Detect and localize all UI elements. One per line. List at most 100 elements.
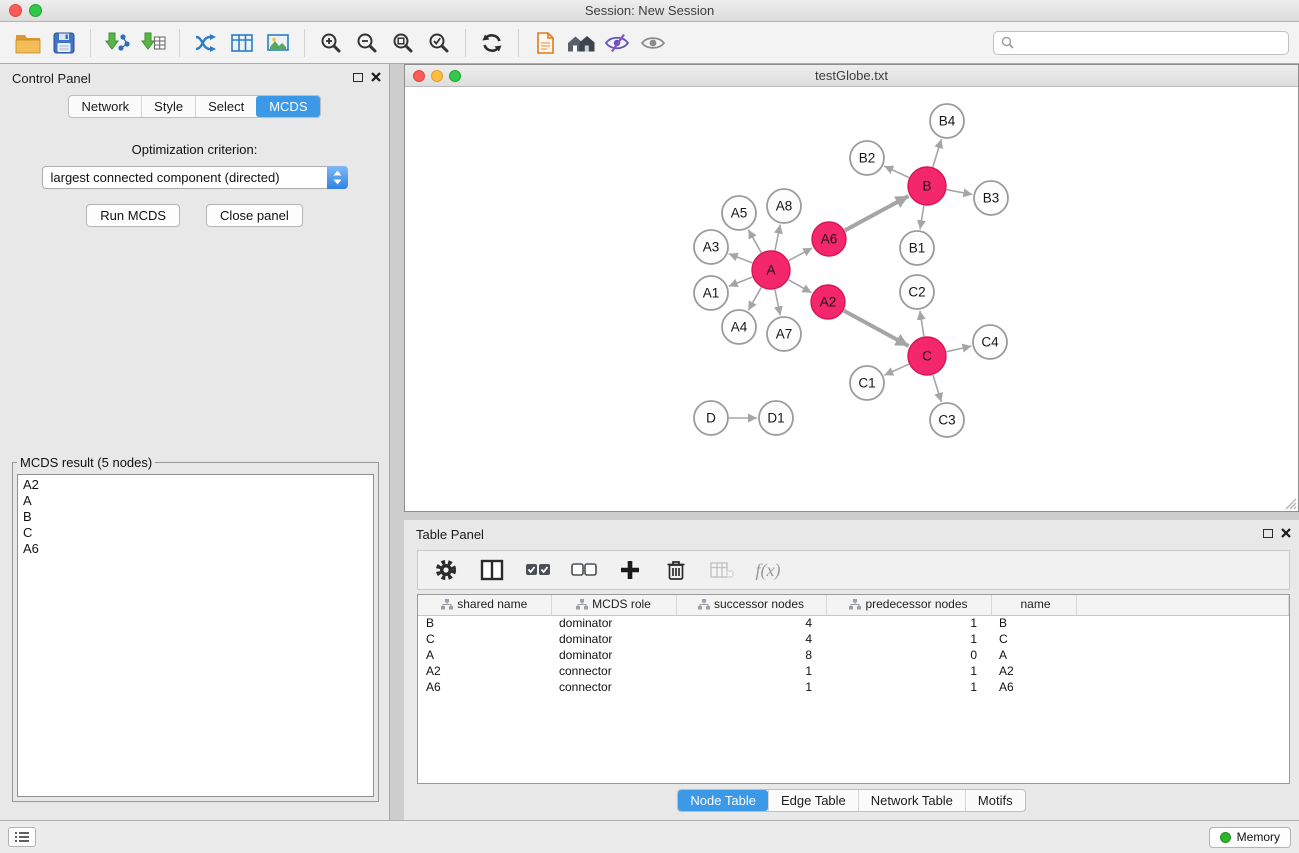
zoom-window-button[interactable] <box>29 4 42 17</box>
table-row[interactable]: Cdominator41C <box>418 631 1289 647</box>
table-row[interactable]: A6connector11A6 <box>418 679 1289 695</box>
column-header-predecessor-nodes[interactable]: predecessor nodes <box>826 595 991 615</box>
table-row[interactable]: Bdominator41B <box>418 615 1289 631</box>
graph-node-C3[interactable]: C3 <box>930 403 964 437</box>
delete-table-button[interactable] <box>704 553 740 587</box>
graph-edge-B-B3[interactable] <box>947 190 973 195</box>
task-history-button[interactable] <box>8 827 36 847</box>
tab-edge-table[interactable]: Edge Table <box>768 790 858 811</box>
table-cell[interactable]: A2 <box>418 663 551 679</box>
graph-edge-B-B4[interactable] <box>933 139 942 167</box>
graph-node-B[interactable]: B <box>908 167 946 205</box>
save-session-button[interactable] <box>46 26 82 60</box>
table-cell[interactable]: C <box>418 631 551 647</box>
deselect-all-button[interactable] <box>566 553 602 587</box>
graph-node-A5[interactable]: A5 <box>722 196 756 230</box>
run-mcds-button[interactable]: Run MCDS <box>86 204 180 227</box>
column-header-mcds-role[interactable]: MCDS role <box>551 595 676 615</box>
apply-layout-button[interactable] <box>474 26 510 60</box>
graph-edge-C-C1[interactable] <box>884 364 908 375</box>
graph-edge-C-C4[interactable] <box>947 346 972 352</box>
tab-node-table[interactable]: Node Table <box>678 790 768 811</box>
table-cell[interactable]: A2 <box>991 663 1076 679</box>
table-cell[interactable]: dominator <box>551 631 676 647</box>
graph-node-B4[interactable]: B4 <box>930 104 964 138</box>
graph-node-A8[interactable]: A8 <box>767 189 801 223</box>
graph-edge-A-A4[interactable] <box>748 287 761 310</box>
table-cell[interactable]: C <box>991 631 1076 647</box>
graph-edge-C-C3[interactable] <box>933 375 941 402</box>
table-cell[interactable]: 1 <box>676 679 826 695</box>
network-window-titlebar[interactable]: testGlobe.txt <box>405 65 1298 87</box>
table-cell[interactable]: 1 <box>826 631 991 647</box>
tab-mcds[interactable]: MCDS <box>256 96 319 117</box>
network-canvas[interactable]: B4B2BB3A8A5A6A3B1AC2A1A2A4A7C4CC1DD1C3 <box>405 87 1298 511</box>
dropdown-stepper-icon[interactable] <box>327 166 348 189</box>
table-cell[interactable]: dominator <box>551 615 676 631</box>
import-network-button[interactable] <box>99 26 135 60</box>
graph-edge-C-C2[interactable] <box>920 311 924 336</box>
select-all-button[interactable] <box>520 553 556 587</box>
resize-grip-icon[interactable] <box>1284 497 1297 510</box>
graph-node-A1[interactable]: A1 <box>694 276 728 310</box>
open-session-button[interactable] <box>10 26 46 60</box>
graph-node-A[interactable]: A <box>752 251 790 289</box>
zoom-selected-button[interactable] <box>421 26 457 60</box>
tab-network-table[interactable]: Network Table <box>858 790 965 811</box>
table-cell[interactable]: connector <box>551 679 676 695</box>
graph-node-C2[interactable]: C2 <box>900 275 934 309</box>
graph-node-B2[interactable]: B2 <box>850 141 884 175</box>
table-row[interactable]: A2connector11A2 <box>418 663 1289 679</box>
table-cell[interactable]: A6 <box>418 679 551 695</box>
graph-edge-A-A7[interactable] <box>775 290 780 316</box>
graph-node-B3[interactable]: B3 <box>974 181 1008 215</box>
add-column-button[interactable] <box>612 553 648 587</box>
graph-node-C4[interactable]: C4 <box>973 325 1007 359</box>
mcds-result-item[interactable]: B <box>23 509 373 525</box>
first-neighbors-button[interactable] <box>527 26 563 60</box>
table-cell[interactable]: 1 <box>826 679 991 695</box>
table-cell[interactable]: 8 <box>676 647 826 663</box>
table-cell[interactable]: 1 <box>826 663 991 679</box>
mcds-result-item[interactable]: C <box>23 525 373 541</box>
column-header-shared-name[interactable]: shared name <box>418 595 551 615</box>
column-visibility-button[interactable] <box>474 553 510 587</box>
search-box[interactable] <box>993 31 1289 55</box>
function-builder-button[interactable]: f(x) <box>750 553 786 587</box>
mcds-result-list[interactable]: A2ABCA6 <box>17 474 374 797</box>
table-row[interactable]: Adominator80A <box>418 647 1289 663</box>
table-cell[interactable]: B <box>418 615 551 631</box>
graph-edge-A-A2[interactable] <box>788 280 811 293</box>
new-table-button[interactable] <box>224 26 260 60</box>
graph-node-D[interactable]: D <box>694 401 728 435</box>
graph-edge-A-A8[interactable] <box>775 225 780 251</box>
graph-edge-A-A5[interactable] <box>748 230 761 253</box>
table-cell[interactable]: A <box>991 647 1076 663</box>
mcds-result-item[interactable]: A2 <box>23 477 373 493</box>
overview-button[interactable] <box>563 26 599 60</box>
graph-node-A6[interactable]: A6 <box>812 222 846 256</box>
graph-node-A4[interactable]: A4 <box>722 310 756 344</box>
memory-button[interactable]: Memory <box>1209 827 1291 848</box>
table-cell[interactable]: A6 <box>991 679 1076 695</box>
table-cell[interactable]: 4 <box>676 631 826 647</box>
import-table-button[interactable] <box>135 26 171 60</box>
network-graph[interactable]: B4B2BB3A8A5A6A3B1AC2A1A2A4A7C4CC1DD1C3 <box>405 87 1298 511</box>
graph-edge-A-A1[interactable] <box>729 277 753 286</box>
float-panel-icon[interactable] <box>353 73 363 82</box>
close-window-button[interactable] <box>9 4 22 17</box>
graph-node-B1[interactable]: B1 <box>900 231 934 265</box>
graph-node-C[interactable]: C <box>908 337 946 375</box>
table-cell[interactable]: 4 <box>676 615 826 631</box>
column-header-name[interactable]: name <box>991 595 1076 615</box>
zoom-fit-button[interactable] <box>385 26 421 60</box>
graph-edge-A-A6[interactable] <box>789 248 813 261</box>
export-image-button[interactable] <box>260 26 296 60</box>
graph-edge-A-A3[interactable] <box>729 254 753 263</box>
graph-edge-B-B2[interactable] <box>884 166 909 178</box>
close-panel-button[interactable]: Close panel <box>206 204 303 227</box>
network-close-button[interactable] <box>413 70 425 82</box>
graph-edge-A6-B[interactable] <box>845 196 909 230</box>
table-cell[interactable]: 1 <box>676 663 826 679</box>
criterion-dropdown[interactable]: largest connected component (directed) <box>42 166 348 189</box>
